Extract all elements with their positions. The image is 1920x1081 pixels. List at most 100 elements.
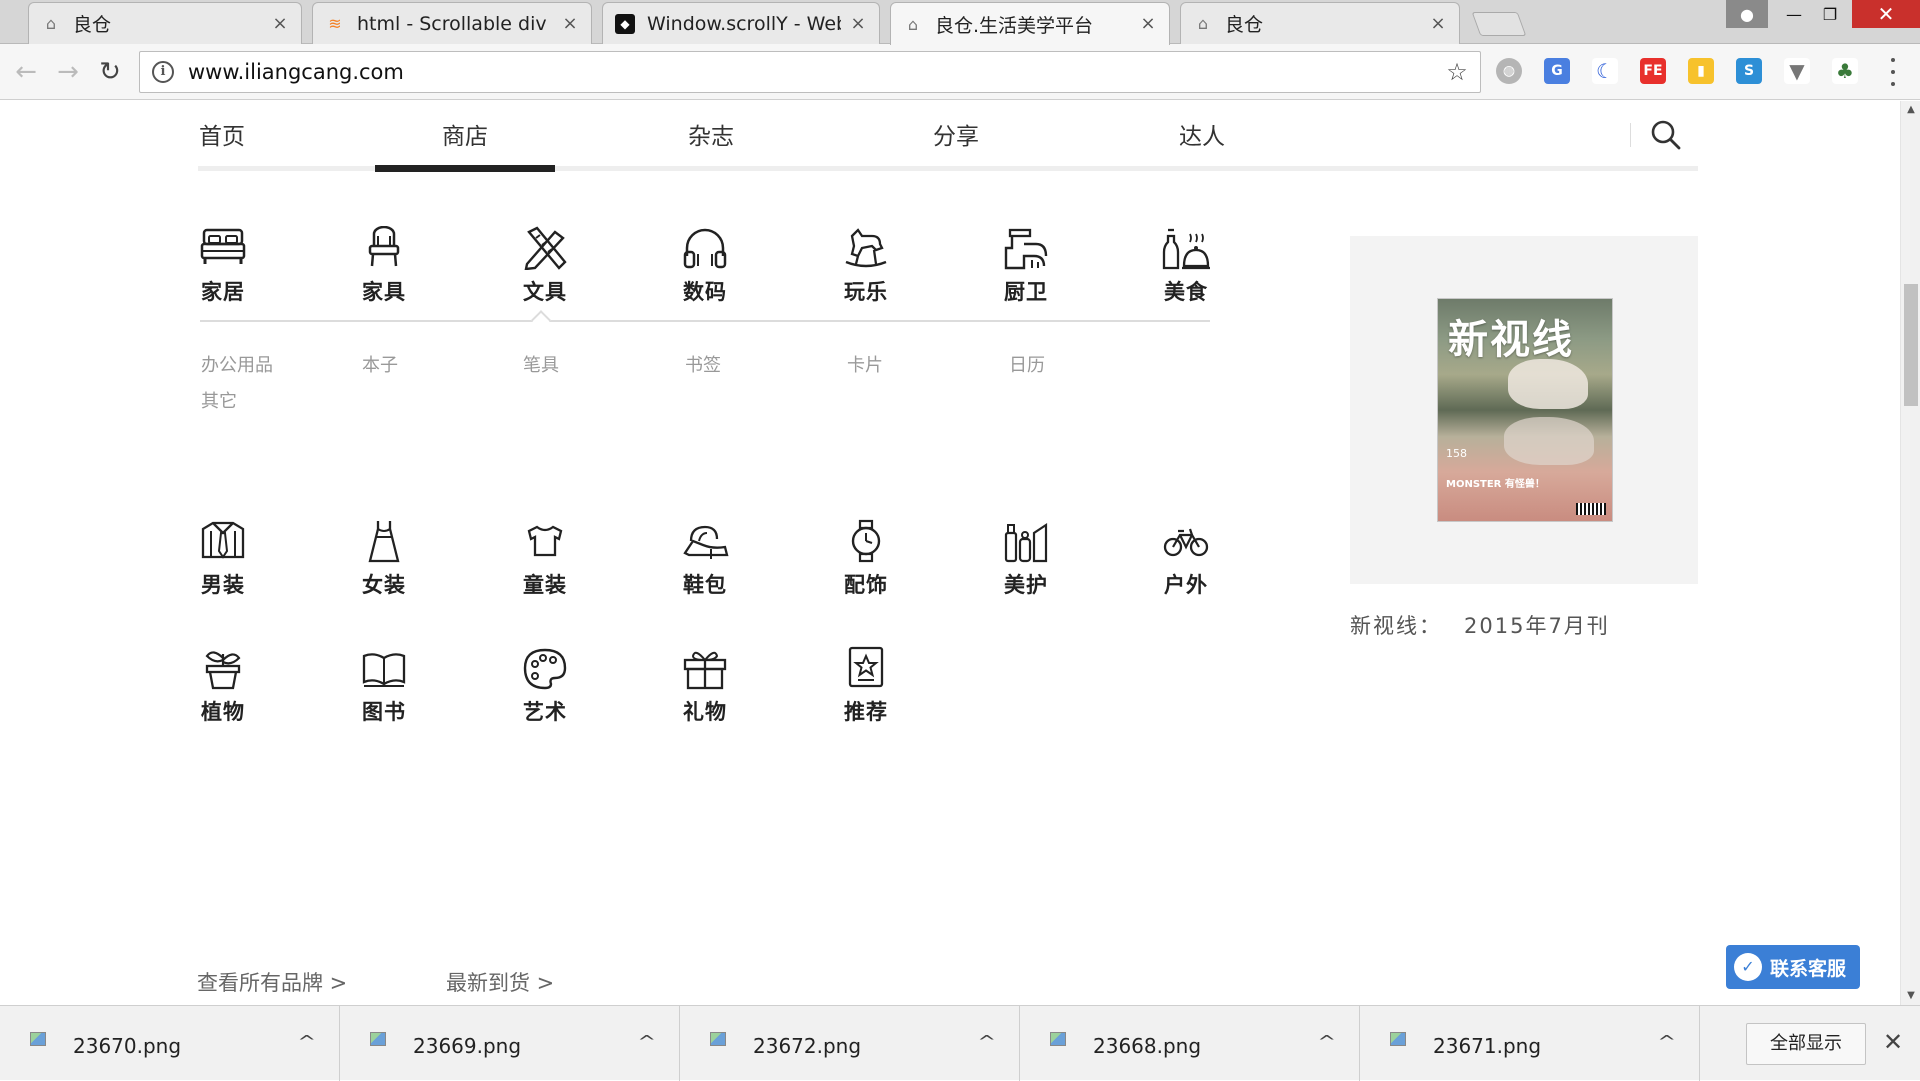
- subcategory-pens[interactable]: 笔具: [523, 351, 559, 377]
- category-home[interactable]: 家居: [183, 226, 263, 306]
- nav-share[interactable]: 分享: [866, 117, 1046, 151]
- tab-stackoverflow[interactable]: ≋ html - Scrollable div : h ×: [312, 2, 592, 44]
- category-gifts[interactable]: 礼物: [665, 646, 745, 726]
- cover-tagline: MONSTER 有怪兽！: [1446, 479, 1545, 490]
- browser-menu-icon[interactable]: [1886, 58, 1900, 86]
- search-icon[interactable]: [1650, 119, 1682, 151]
- cover-reflection-shape: [1504, 417, 1594, 465]
- subcategory-other[interactable]: 其它: [201, 387, 237, 413]
- bookmark-star-icon[interactable]: ☆: [1442, 58, 1472, 86]
- download-item[interactable]: 23672.png ^: [680, 1006, 1020, 1081]
- nav-separator: [1630, 123, 1631, 147]
- chevron-up-icon[interactable]: ^: [1317, 1032, 1336, 1051]
- category-toys[interactable]: 玩乐: [826, 226, 906, 306]
- close-icon[interactable]: ×: [561, 14, 579, 33]
- close-icon[interactable]: ×: [1139, 15, 1157, 33]
- nav-active-indicator: [375, 165, 555, 172]
- subcategory-calendar[interactable]: 日历: [1009, 351, 1045, 377]
- category-food[interactable]: 美食: [1146, 226, 1226, 306]
- category-recommended[interactable]: 推荐: [826, 646, 906, 726]
- tab-liangcang-2[interactable]: ⌂ 良仓 ×: [1180, 2, 1460, 44]
- cover-issue: 158: [1446, 447, 1467, 460]
- category-kitchen-bath[interactable]: 厨卫: [986, 226, 1066, 306]
- close-icon[interactable]: ✕: [1883, 1028, 1903, 1056]
- chat-check-icon: ✓: [1734, 953, 1762, 981]
- tab-liangcang-1[interactable]: ⌂ 良仓 ×: [28, 2, 302, 44]
- window-close-button[interactable]: ✕: [1852, 0, 1920, 28]
- scroll-up-arrow-icon[interactable]: ▲: [1901, 101, 1920, 119]
- browser-toolbar: ← → ↻ i www.iliangcang.com ☆ ◍ G ☾ FE ▮ …: [0, 44, 1920, 100]
- close-icon[interactable]: ×: [849, 14, 867, 33]
- magazine-caption[interactable]: 新视线： 2015年7月刊: [1350, 610, 1610, 640]
- category-digital[interactable]: 数码: [665, 226, 745, 306]
- new-tab-button[interactable]: [1471, 12, 1527, 36]
- extension-translate-icon[interactable]: G: [1544, 58, 1570, 84]
- all-brands-link[interactable]: 查看所有品牌 >: [197, 967, 347, 997]
- subcategory-office[interactable]: 办公用品: [201, 351, 273, 377]
- download-item[interactable]: 23669.png ^: [340, 1006, 680, 1081]
- category-kidswear[interactable]: 童装: [505, 519, 585, 599]
- maximize-button[interactable]: ❐: [1808, 0, 1852, 28]
- extension-moon-icon[interactable]: ☾: [1592, 58, 1618, 84]
- extension-bookmark-icon[interactable]: ▮: [1688, 58, 1714, 84]
- scroll-down-arrow-icon[interactable]: ▼: [1901, 987, 1920, 1005]
- category-furniture[interactable]: 家具: [344, 226, 424, 306]
- magazine-cover-image[interactable]: 新视线 158 MONSTER 有怪兽！: [1437, 298, 1613, 522]
- chair-icon: [368, 226, 400, 267]
- download-item[interactable]: 23670.png ^: [0, 1006, 340, 1081]
- nav-magazine[interactable]: 杂志: [621, 117, 801, 151]
- show-all-downloads-button[interactable]: 全部显示: [1746, 1023, 1866, 1065]
- tab-liangcang-active[interactable]: ⌂ 良仓.生活美学平台 ×: [890, 2, 1170, 45]
- subcategory-notebook[interactable]: 本子: [362, 351, 398, 377]
- pencil-ruler-icon: [524, 226, 567, 270]
- download-item[interactable]: 23671.png ^: [1360, 1006, 1700, 1081]
- subcategory-cards[interactable]: 卡片: [847, 351, 883, 377]
- download-item[interactable]: 23668.png ^: [1020, 1006, 1360, 1081]
- scrollbar-thumb[interactable]: [1904, 284, 1918, 406]
- profile-icon[interactable]: ●: [1726, 0, 1768, 28]
- reload-icon[interactable]: ↻: [94, 56, 126, 88]
- star-badge-icon: [848, 646, 884, 688]
- chevron-up-icon[interactable]: ^: [977, 1032, 996, 1051]
- category-shoes-bags[interactable]: 鞋包: [665, 519, 745, 599]
- category-divider: [200, 320, 1210, 322]
- page-scrollbar[interactable]: ▲ ▼: [1900, 101, 1920, 1005]
- customer-service-button[interactable]: ✓ 联系客服: [1726, 945, 1860, 989]
- extension-evernote-icon[interactable]: ♣: [1832, 58, 1858, 84]
- extension-globe-icon[interactable]: ◍: [1496, 58, 1522, 84]
- close-icon[interactable]: ×: [271, 14, 289, 33]
- category-outdoor[interactable]: 户外: [1146, 519, 1226, 599]
- address-bar[interactable]: i www.iliangcang.com ☆: [139, 51, 1481, 93]
- dress-icon: [368, 521, 400, 563]
- category-books[interactable]: 图书: [344, 646, 424, 726]
- nav-shop[interactable]: 商店: [375, 117, 555, 151]
- category-plants[interactable]: 植物: [183, 646, 263, 726]
- category-womenswear[interactable]: 女装: [344, 519, 424, 599]
- category-beauty[interactable]: 美护: [986, 519, 1066, 599]
- subcategory-bookmarks[interactable]: 书签: [685, 351, 721, 377]
- wine-dish-icon: [1162, 228, 1210, 270]
- back-arrow-icon[interactable]: ←: [10, 56, 42, 88]
- magazine-promo[interactable]: 新视线 158 MONSTER 有怪兽！: [1350, 236, 1698, 584]
- chevron-up-icon[interactable]: ^: [637, 1032, 656, 1051]
- tab-mdn[interactable]: ◆ Window.scrollY - Web ×: [602, 2, 880, 44]
- cover-barcode: [1576, 503, 1606, 515]
- chevron-up-icon[interactable]: ^: [297, 1032, 316, 1051]
- rocking-horse-icon: [845, 228, 887, 268]
- info-icon[interactable]: i: [152, 61, 174, 83]
- forward-arrow-icon[interactable]: →: [52, 56, 84, 88]
- nav-home[interactable]: 首页: [132, 117, 312, 151]
- new-arrivals-link[interactable]: 最新到货 >: [446, 967, 554, 997]
- close-icon[interactable]: ×: [1429, 14, 1447, 33]
- extension-s-icon[interactable]: S: [1736, 58, 1762, 84]
- category-accessories[interactable]: 配饰: [826, 519, 906, 599]
- extension-vue-icon[interactable]: ▼: [1784, 58, 1810, 84]
- category-menswear[interactable]: 男装: [183, 519, 263, 599]
- nav-experts[interactable]: 达人: [1112, 117, 1292, 151]
- category-stationery[interactable]: 文具: [505, 226, 585, 306]
- category-art[interactable]: 艺术: [505, 646, 585, 726]
- chevron-up-icon[interactable]: ^: [1657, 1032, 1676, 1051]
- url-text[interactable]: www.iliangcang.com: [188, 60, 1442, 84]
- download-shelf: 23670.png ^ 23669.png ^ 23672.png ^ 2366…: [0, 1005, 1920, 1081]
- extension-fe-icon[interactable]: FE: [1640, 58, 1666, 84]
